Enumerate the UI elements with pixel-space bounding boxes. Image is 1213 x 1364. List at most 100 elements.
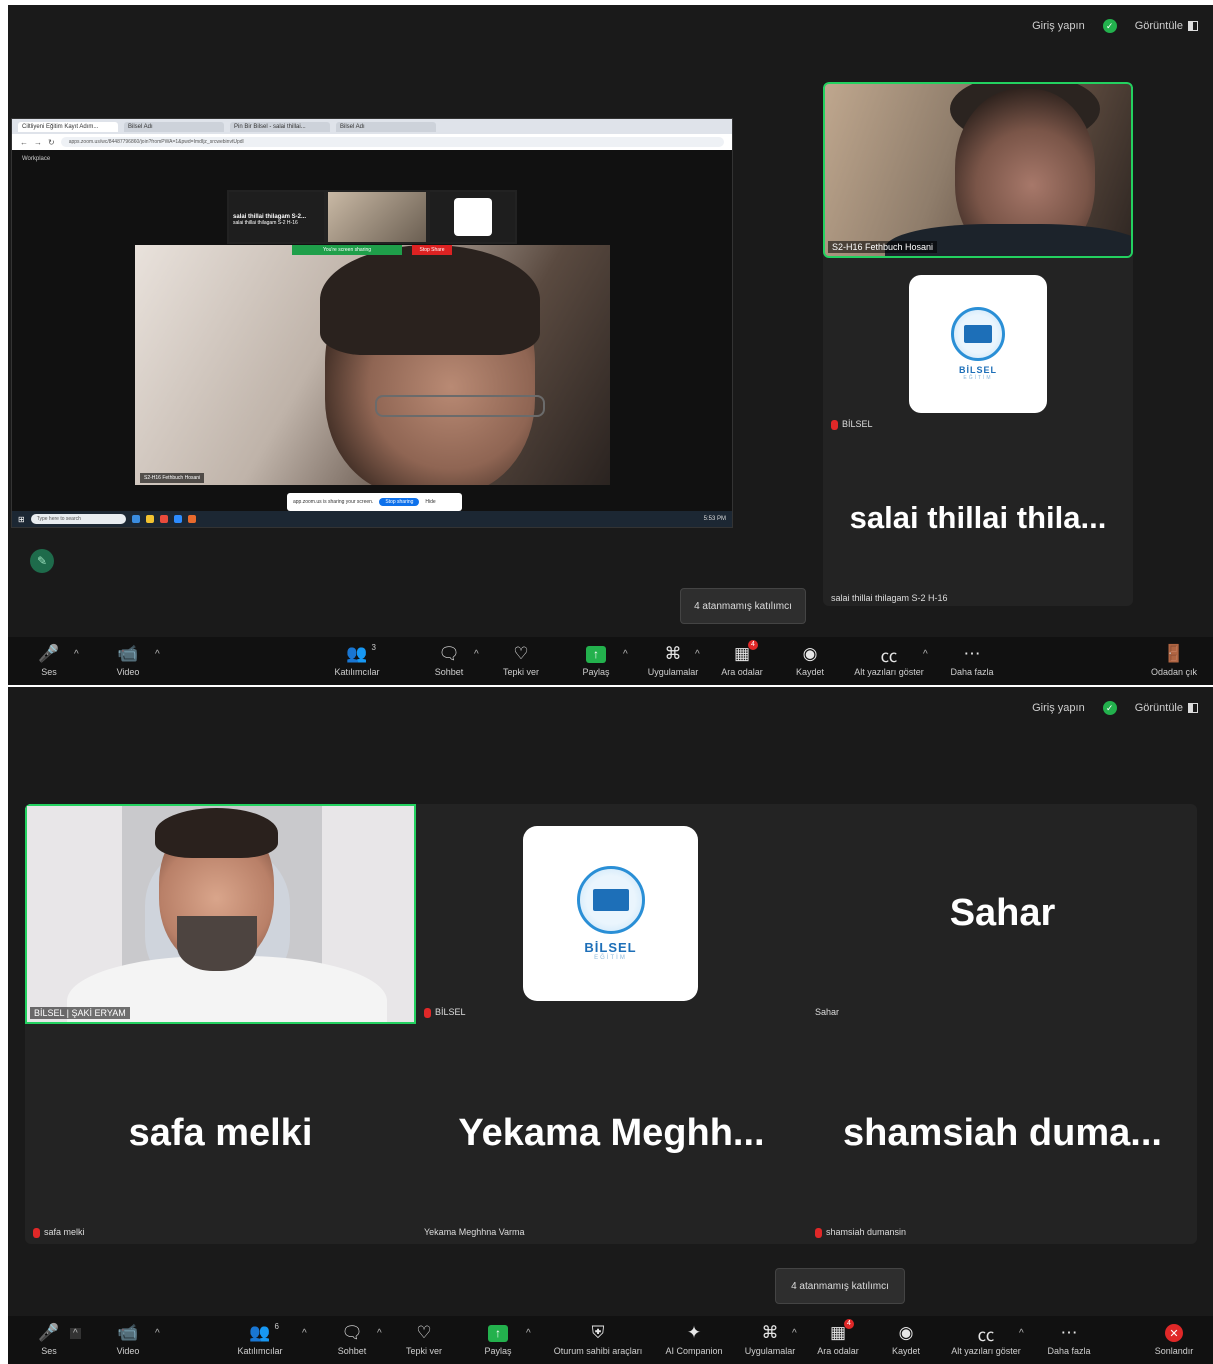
active-speaker-video: S2-H16 Fethbuch Hosani	[823, 82, 1133, 258]
browser-tab[interactable]: Bilsel Adı	[336, 121, 436, 132]
toast-stop-button[interactable]: Stop sharing	[379, 498, 420, 506]
mic-muted-icon: 🎤	[38, 1323, 60, 1342]
chat-options-caret[interactable]: ^	[474, 649, 479, 660]
participant-video: BİLSEL | ŞAKİ ERYAM	[25, 804, 416, 1024]
more-button[interactable]: ⋯ Daha fazla	[1034, 1322, 1104, 1356]
breakout-rooms-button[interactable]: ▦ 4 Ara odalar	[707, 640, 777, 677]
meeting-window-main: Giriş yapın ✓ Görüntüle BİLSEL | ŞAKİ ER…	[8, 687, 1213, 1364]
bilsel-logo-icon	[951, 307, 1005, 361]
share-options-caret[interactable]: ^	[526, 1328, 531, 1339]
breakout-rooms-button[interactable]: ▦ 4 Ara odalar	[803, 1319, 873, 1356]
browser-tab[interactable]: Ciltliyeni Eğitim Kayıt Adım...	[18, 121, 118, 132]
video-button[interactable]: 📹 Video	[93, 643, 163, 677]
windows-start-icon[interactable]: ⊞	[18, 515, 25, 524]
participant-label: salai thillai thilagam S-2 H-16	[831, 593, 948, 603]
video-button[interactable]: 📹 Video	[93, 1322, 163, 1356]
view-button[interactable]: Görüntüle	[1135, 20, 1198, 32]
participant-tile[interactable]: Sahar Sahar	[807, 804, 1197, 1024]
shield-check-icon[interactable]: ✓	[1102, 701, 1117, 715]
bilsel-logo-icon	[576, 866, 645, 934]
gallery-grid: BİLSEL | ŞAKİ ERYAM BİLSEL EĞİTİM BİLSEL…	[25, 804, 1197, 1244]
participant-big-name: safa melki	[128, 1112, 313, 1154]
chrome-icon[interactable]	[159, 515, 168, 523]
apps-options-caret[interactable]: ^	[792, 1328, 797, 1339]
meeting-window-breakout: Giriş yapın ✓ Görüntüle Ciltliyeni Eğiti…	[8, 5, 1213, 685]
record-button[interactable]: ◉ Kaydet	[871, 1322, 941, 1356]
browser-tab[interactable]: Bilsel Adı	[124, 121, 224, 132]
record-button[interactable]: ◉ Kaydet	[775, 643, 845, 677]
browser-tab[interactable]: Pin Bir Bilsel - salai thillai...	[230, 121, 330, 132]
record-label: Kaydet	[795, 667, 825, 677]
leave-room-button[interactable]: 🚪 Odadan çık	[1139, 643, 1209, 677]
firefox-icon[interactable]	[187, 515, 196, 523]
audio-options-caret[interactable]: ^	[74, 649, 79, 660]
apps-label: Uygulamalar	[744, 1346, 796, 1356]
video-options-caret[interactable]: ^	[155, 1328, 160, 1339]
annotate-pencil-icon[interactable]: ✎	[30, 549, 54, 573]
apps-icon: ⌘	[664, 644, 682, 663]
participant-tile[interactable]: BİLSEL | ŞAKİ ERYAM	[25, 804, 416, 1024]
more-icon: ⋯	[1060, 1323, 1078, 1342]
chat-options-caret[interactable]: ^	[377, 1328, 382, 1339]
captions-options-caret[interactable]: ^	[1019, 1328, 1024, 1339]
back-icon[interactable]: ←	[20, 138, 28, 147]
folder-icon[interactable]	[145, 515, 154, 523]
logo-subtext: EĞİTİM	[963, 375, 993, 381]
forward-icon[interactable]: →	[34, 138, 42, 147]
signin-link[interactable]: Giriş yapın	[1032, 702, 1085, 714]
mic-off-icon	[831, 419, 838, 430]
more-label: Daha fazla	[950, 667, 994, 677]
address-bar[interactable]: apps.zoom.us/wc/84487796860/join?fromPWA…	[60, 137, 724, 147]
apps-options-caret[interactable]: ^	[695, 649, 700, 660]
participants-options-caret[interactable]: ^	[302, 1328, 307, 1339]
react-button[interactable]: ♡ Tepki ver	[486, 643, 556, 677]
share-label: Paylaş	[484, 1346, 512, 1356]
record-label: Kaydet	[891, 1346, 921, 1356]
view-label: Görüntüle	[1134, 20, 1183, 32]
signin-link[interactable]: Giriş yapın	[1032, 20, 1085, 32]
reload-icon[interactable]: ↻	[48, 138, 55, 147]
participant-name: safa melki	[44, 1227, 85, 1237]
heart-icon: ♡	[513, 644, 529, 663]
inner-zoom-view: Workplace salai thillai thilagam S-2... s…	[12, 150, 732, 511]
participants-button[interactable]: 👥 6 Katılımcılar	[225, 1322, 295, 1356]
view-button[interactable]: Görüntüle	[1135, 702, 1198, 714]
taskbar-search[interactable]: Type here to search	[30, 514, 126, 524]
video-options-caret[interactable]: ^	[155, 649, 160, 660]
end-meeting-button[interactable]: ✕ Sonlandır	[1139, 1322, 1209, 1356]
participant-tile[interactable]: Yekama Meghh... Yekama Meghhna Varma	[416, 1024, 807, 1244]
host-tools-label: Oturum sahibi araçları	[553, 1346, 643, 1356]
share-button[interactable]: ↑ Paylaş	[561, 643, 631, 677]
edge-icon[interactable]	[131, 515, 140, 523]
share-options-caret[interactable]: ^	[623, 649, 628, 660]
breakout-rooms-icon: ▦ 4	[825, 1319, 854, 1344]
video-off-icon: 📹	[117, 644, 139, 663]
audio-label: Ses	[41, 1346, 57, 1356]
inner-strip-name: salai thillai thilagam S-2... salai thill…	[229, 192, 324, 242]
captions-button[interactable]: ㏄ Alt yazıları göster	[854, 643, 924, 678]
heart-icon: ♡	[416, 1323, 432, 1342]
host-tools-button[interactable]: ⛨ Oturum sahibi araçları	[554, 1322, 643, 1356]
zoom-icon[interactable]	[173, 515, 182, 523]
participants-button[interactable]: 👥 3 Katılımcılar	[322, 643, 392, 677]
browser-tabs: Ciltliyeni Eğitim Kayıt Adım... Bilsel A…	[12, 119, 732, 134]
participant-tile[interactable]: safa melki safa melki	[25, 1024, 416, 1244]
more-button[interactable]: ⋯ Daha fazla	[937, 643, 1007, 677]
participant-tile[interactable]: shamsiah duma... shamsiah dumansin	[807, 1024, 1197, 1244]
participants-label: Katılımcılar	[237, 1346, 283, 1356]
logo-text: BİLSEL	[958, 365, 997, 375]
ai-companion-button[interactable]: ✦ AI Companion	[659, 1322, 729, 1356]
captions-options-caret[interactable]: ^	[923, 649, 928, 660]
audio-options-caret[interactable]: ^	[70, 1328, 81, 1339]
share-button[interactable]: ↑ Paylaş	[463, 1322, 533, 1356]
bilsel-logo-avatar: BİLSEL EĞİTİM	[523, 826, 698, 1001]
participant-tile[interactable]: BİLSEL EĞİTİM BİLSEL	[416, 804, 807, 1024]
toast-text: app.zoom.us is sharing your screen.	[293, 499, 374, 505]
react-button[interactable]: ♡ Tepki ver	[389, 1322, 459, 1356]
inner-sharing-pill[interactable]: You're screen sharing	[292, 245, 402, 255]
toast-hide-button[interactable]: Hide	[425, 499, 435, 505]
inner-stop-share-button[interactable]: Stop Share	[412, 245, 452, 255]
captions-button[interactable]: ㏄ Alt yazıları göster	[951, 1322, 1021, 1357]
shield-check-icon[interactable]: ✓	[1102, 19, 1117, 33]
participants-icon: 👥 6	[249, 1322, 279, 1342]
